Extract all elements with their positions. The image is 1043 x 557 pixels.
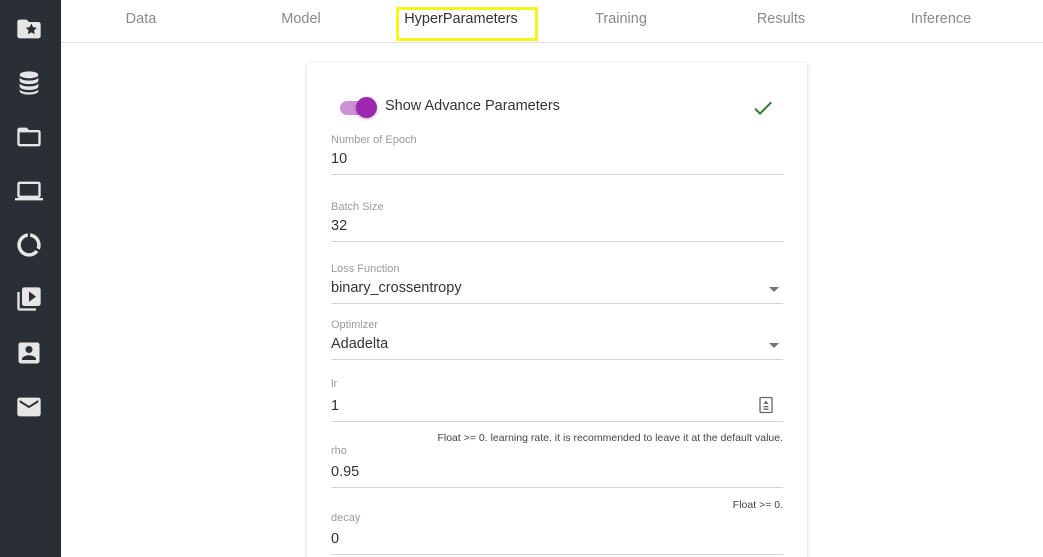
laptop-icon[interactable] (14, 176, 44, 206)
top-navigation: Data Model HyperParameters Training Resu… (61, 0, 1043, 43)
optimizer-label: Optimizer (331, 319, 379, 331)
decay-label: decay (331, 512, 361, 524)
decay-value: 0 (331, 531, 340, 547)
rho-field[interactable]: rho 0.95 (331, 445, 783, 488)
mail-icon[interactable] (14, 392, 44, 422)
rho-label: rho (331, 445, 347, 457)
tab-results[interactable]: Results (741, 0, 821, 40)
epoch-field[interactable]: Number of Epoch 10 (331, 134, 783, 175)
active-tab-highlight (396, 7, 538, 41)
optimizer-field[interactable]: Optimizer Adadelta (331, 319, 783, 360)
chevron-down-icon[interactable] (769, 343, 779, 348)
batch-size-field[interactable]: Batch Size 32 (331, 201, 783, 242)
tab-training[interactable]: Training (581, 0, 661, 40)
tab-inference[interactable]: Inference (901, 0, 981, 40)
decay-input[interactable]: 0 (331, 531, 783, 555)
epoch-value: 10 (331, 151, 348, 167)
folder-icon[interactable] (14, 122, 44, 152)
batch-size-label: Batch Size (331, 201, 384, 213)
optimizer-value: Adadelta (331, 336, 389, 352)
lr-helper-text: Float >= 0. learning rate. it is recomme… (437, 432, 783, 444)
loss-function-field[interactable]: Loss Function binary_crossentropy (331, 263, 783, 304)
loss-function-value: binary_crossentropy (331, 280, 462, 296)
optimizer-select[interactable]: Adadelta (331, 336, 783, 360)
lr-field[interactable]: lr 1 (331, 378, 783, 422)
lr-value: 1 (331, 398, 340, 414)
tab-model[interactable]: Model (261, 0, 341, 40)
batch-size-value: 32 (331, 218, 348, 234)
database-icon[interactable] (14, 68, 44, 98)
check-icon[interactable] (751, 96, 775, 120)
lr-input[interactable]: 1 (331, 396, 783, 422)
advance-parameters-toggle[interactable] (340, 97, 378, 119)
epoch-input[interactable]: 10 (331, 151, 783, 175)
chevron-down-icon[interactable] (769, 287, 779, 292)
lr-label: lr (331, 378, 338, 390)
folder-star-icon[interactable] (14, 14, 44, 44)
batch-size-input[interactable]: 32 (331, 218, 783, 242)
toggle-knob (356, 97, 377, 118)
clipboard-icon[interactable] (759, 396, 773, 414)
video-library-icon[interactable] (14, 284, 44, 314)
rho-input[interactable]: 0.95 (331, 464, 783, 488)
toggle-label: Show Advance Parameters (385, 98, 560, 114)
loss-function-select[interactable]: binary_crossentropy (331, 280, 783, 304)
donut-chart-icon[interactable] (14, 230, 44, 260)
loss-function-label: Loss Function (331, 263, 400, 275)
contact-card-icon[interactable] (14, 338, 44, 368)
rho-value: 0.95 (331, 464, 360, 480)
rho-helper-text: Float >= 0. (732, 499, 783, 511)
tab-data[interactable]: Data (101, 0, 181, 40)
decay-field[interactable]: decay 0 (331, 512, 783, 555)
sidebar (0, 0, 61, 557)
hyperparameters-card: Show Advance Parameters Number of Epoch … (307, 63, 807, 557)
epoch-label: Number of Epoch (331, 134, 417, 146)
